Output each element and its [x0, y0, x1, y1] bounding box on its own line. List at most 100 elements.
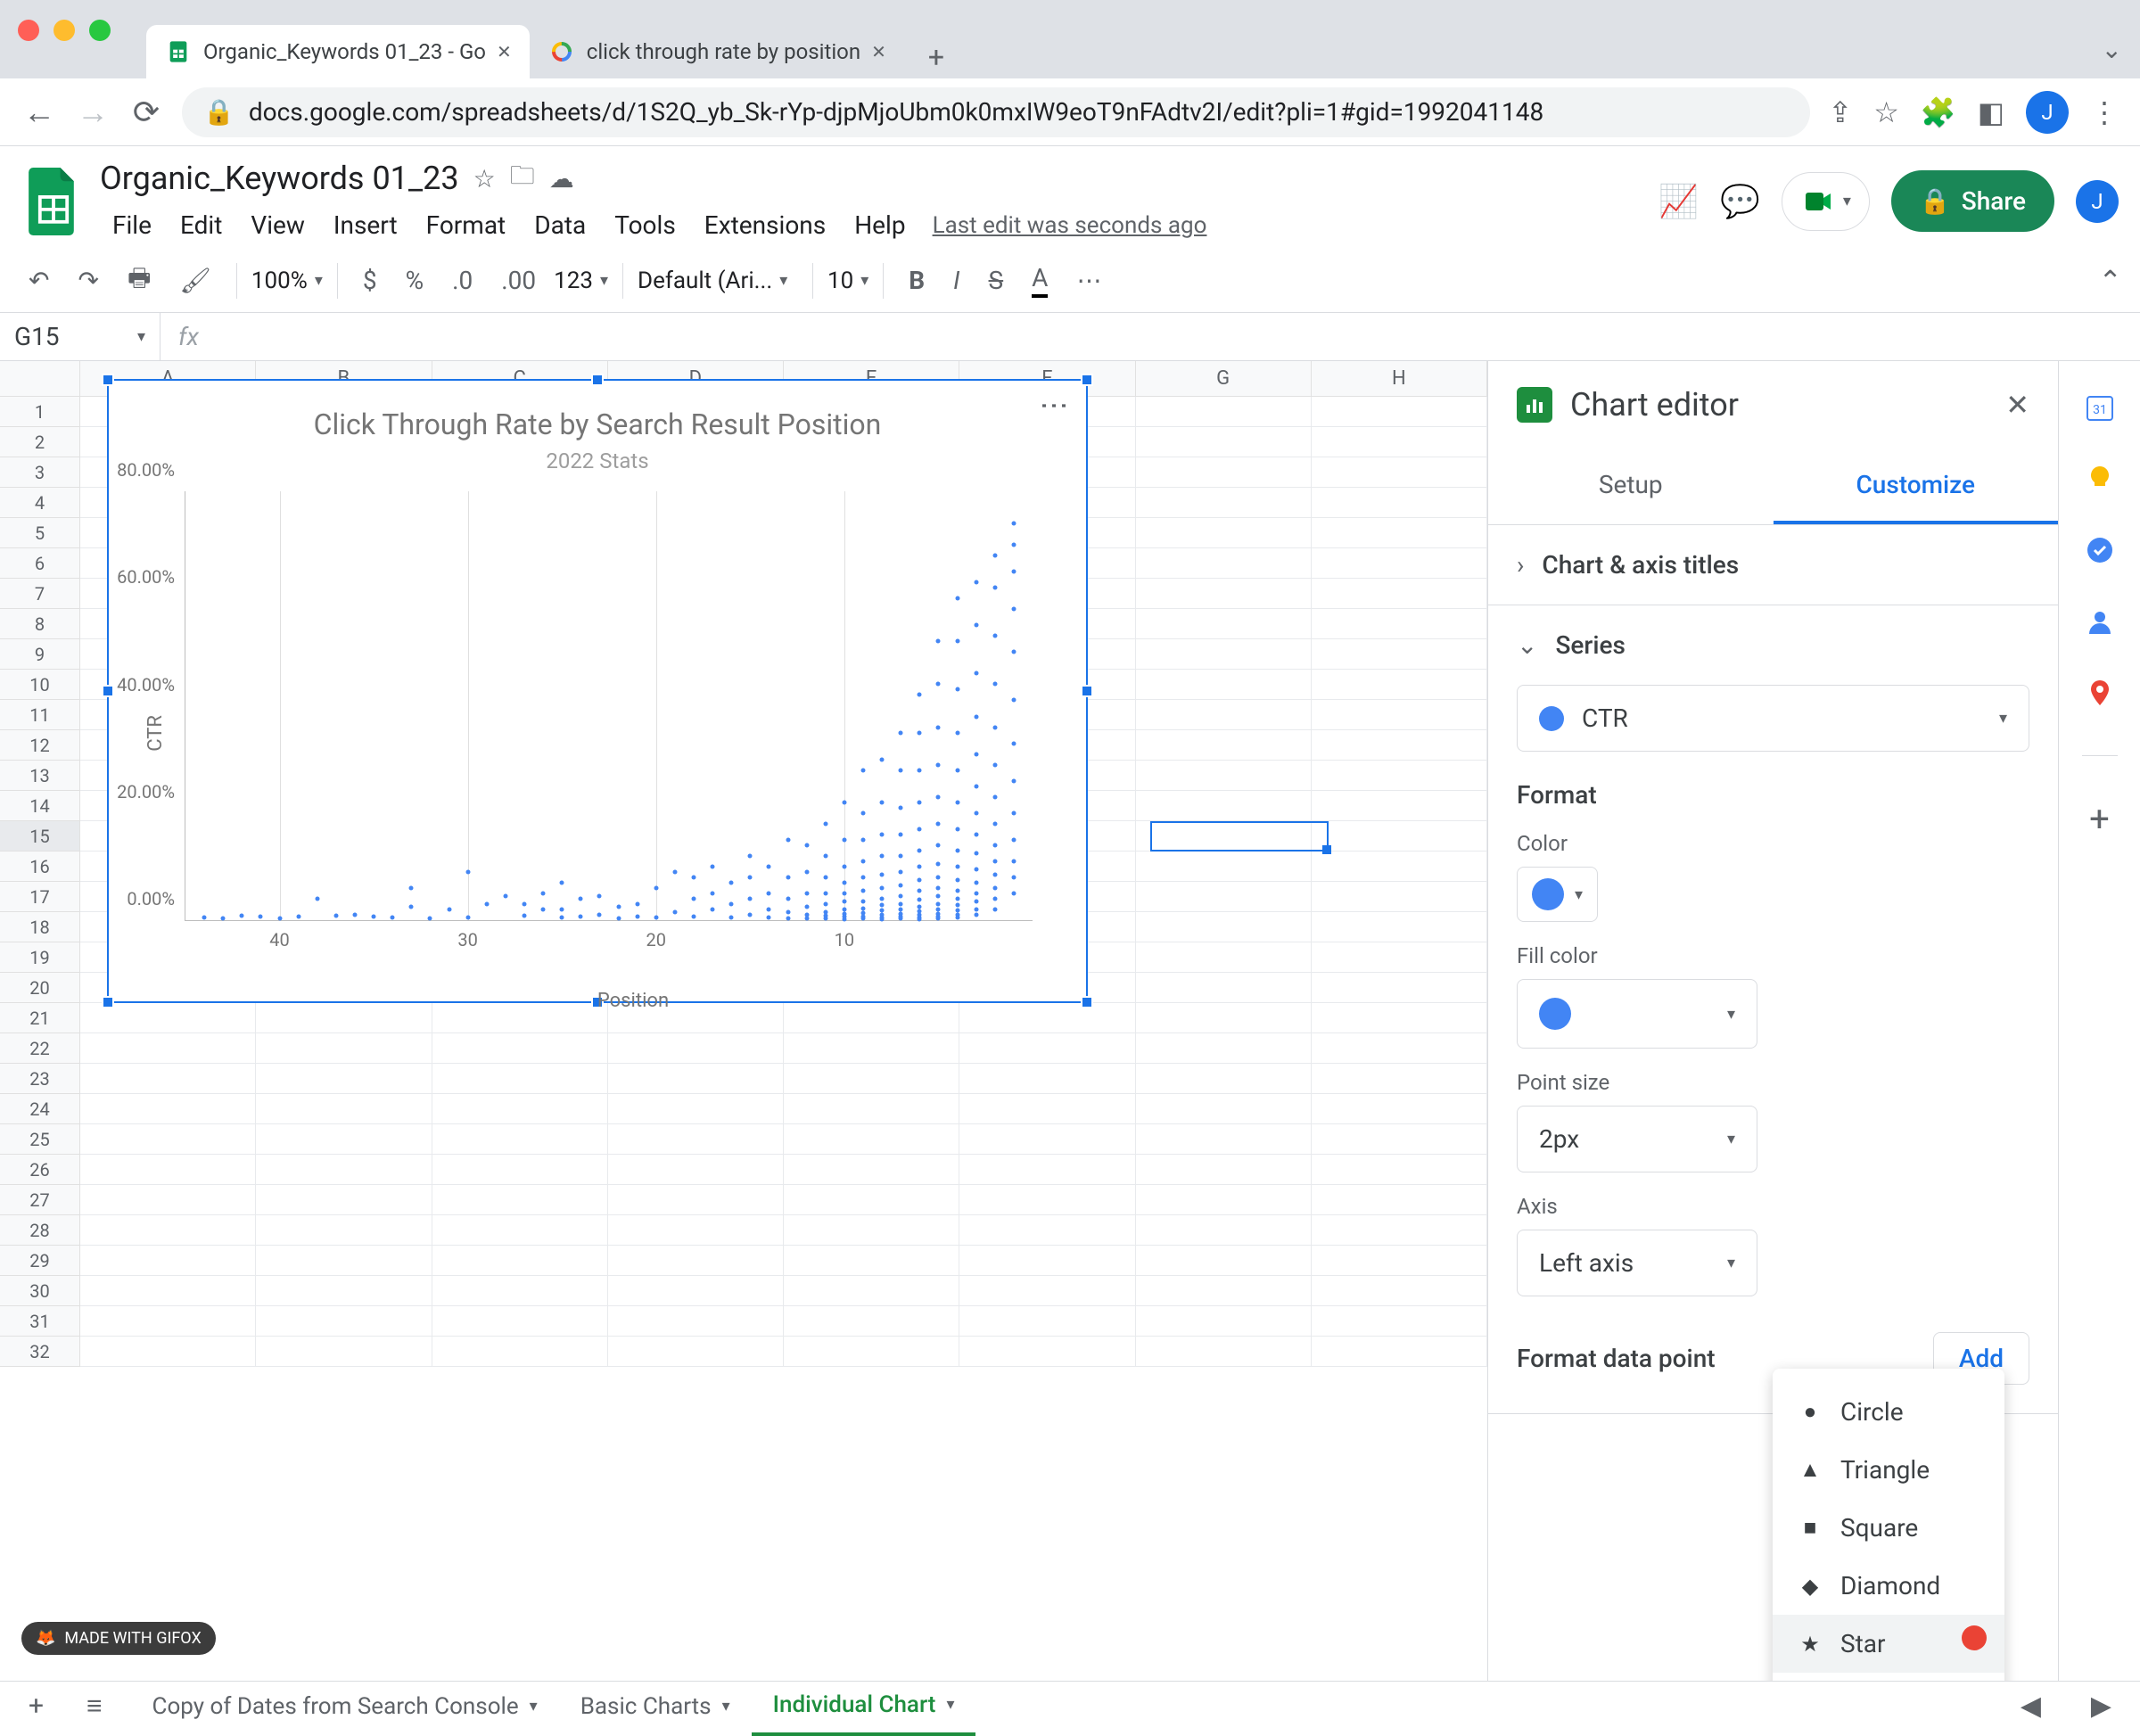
- cell[interactable]: [1136, 488, 1312, 518]
- row-header[interactable]: 29: [0, 1246, 80, 1276]
- paint-format-button[interactable]: 🖌: [169, 259, 222, 302]
- cell[interactable]: [784, 1064, 959, 1094]
- zoom-select[interactable]: 100%▾: [251, 267, 323, 294]
- row-header[interactable]: 32: [0, 1337, 80, 1367]
- cell[interactable]: [432, 1124, 608, 1155]
- resize-handle[interactable]: [102, 374, 114, 386]
- row-header[interactable]: 11: [0, 700, 80, 730]
- all-sheets-button[interactable]: ≡: [72, 1683, 117, 1729]
- column-header[interactable]: H: [1312, 361, 1487, 396]
- cell[interactable]: [432, 1155, 608, 1185]
- resize-handle[interactable]: [1081, 374, 1093, 386]
- share-button[interactable]: 🔒 Share: [1891, 170, 2054, 232]
- cell[interactable]: [1136, 639, 1312, 670]
- cell[interactable]: [1312, 730, 1487, 761]
- cell[interactable]: [1136, 761, 1312, 791]
- cell[interactable]: [1312, 1337, 1487, 1367]
- cell[interactable]: [1136, 852, 1312, 882]
- cell[interactable]: [1312, 821, 1487, 852]
- row-header[interactable]: 31: [0, 1306, 80, 1337]
- tasks-icon[interactable]: [2082, 532, 2118, 568]
- cell[interactable]: [432, 1064, 608, 1094]
- chart-menu-icon[interactable]: ⋮: [1038, 391, 1072, 420]
- cell[interactable]: [80, 1124, 256, 1155]
- document-title[interactable]: Organic_Keywords 01_23: [100, 160, 459, 197]
- cell[interactable]: [80, 1033, 256, 1064]
- row-header[interactable]: 22: [0, 1033, 80, 1064]
- address-bar[interactable]: 🔒 docs.google.com/spreadsheets/d/1S2Q_yb…: [182, 87, 1810, 137]
- cell[interactable]: [608, 1276, 784, 1306]
- cell[interactable]: [1312, 427, 1487, 457]
- cell[interactable]: [1136, 579, 1312, 609]
- bold-button[interactable]: B: [898, 259, 935, 302]
- row-header[interactable]: 19: [0, 942, 80, 973]
- cell[interactable]: [959, 1215, 1135, 1246]
- row-header[interactable]: 14: [0, 791, 80, 821]
- cell[interactable]: [1136, 1124, 1312, 1155]
- close-window-button[interactable]: [18, 20, 39, 41]
- comments-icon[interactable]: 💬: [1720, 183, 1760, 220]
- cell[interactable]: [1312, 639, 1487, 670]
- cell[interactable]: [256, 1155, 432, 1185]
- menu-edit[interactable]: Edit: [168, 205, 235, 245]
- cell[interactable]: [432, 1094, 608, 1124]
- cell[interactable]: [1312, 882, 1487, 912]
- cell[interactable]: [1136, 397, 1312, 427]
- cell[interactable]: [256, 1033, 432, 1064]
- cell[interactable]: [1312, 457, 1487, 488]
- increase-decimals-button[interactable]: .00: [490, 259, 547, 302]
- sheet-tab-menu-icon[interactable]: ▾: [722, 1697, 730, 1715]
- cell[interactable]: [80, 1337, 256, 1367]
- cell[interactable]: [959, 1185, 1135, 1215]
- cell[interactable]: [1312, 700, 1487, 730]
- cell[interactable]: [784, 1276, 959, 1306]
- embedded-chart[interactable]: ⋮ Click Through Rate by Search Result Po…: [107, 379, 1088, 1003]
- row-header[interactable]: 17: [0, 882, 80, 912]
- axis-select[interactable]: Left axis ▾: [1517, 1230, 1757, 1296]
- close-sidebar-button[interactable]: ✕: [2005, 388, 2029, 422]
- cell[interactable]: [784, 1033, 959, 1064]
- more-formats-select[interactable]: 123▾: [554, 267, 608, 294]
- cell[interactable]: [1136, 1003, 1312, 1033]
- resize-handle[interactable]: [102, 685, 114, 697]
- star-icon[interactable]: ☆: [473, 164, 496, 193]
- cell[interactable]: [256, 1276, 432, 1306]
- shape-option-square[interactable]: ■Square: [1773, 1499, 2004, 1557]
- row-header[interactable]: 4: [0, 488, 80, 518]
- text-color-button[interactable]: A: [1021, 256, 1058, 305]
- column-header[interactable]: G: [1136, 361, 1312, 396]
- cell[interactable]: [80, 1064, 256, 1094]
- cell[interactable]: [1312, 1276, 1487, 1306]
- cell[interactable]: [959, 1155, 1135, 1185]
- row-header[interactable]: 21: [0, 1003, 80, 1033]
- cell[interactable]: [608, 1064, 784, 1094]
- cell[interactable]: [1136, 1064, 1312, 1094]
- cell[interactable]: [959, 1033, 1135, 1064]
- maximize-window-button[interactable]: [89, 20, 111, 41]
- cell[interactable]: [784, 1246, 959, 1276]
- tab-setup[interactable]: Setup: [1488, 448, 1774, 524]
- version-history-icon[interactable]: 📈: [1658, 183, 1699, 220]
- percent-format-button[interactable]: %: [395, 259, 435, 302]
- row-header[interactable]: 15: [0, 821, 80, 852]
- strikethrough-button[interactable]: S: [978, 259, 1015, 302]
- contacts-icon[interactable]: [2082, 604, 2118, 639]
- shape-option-x-mark[interactable]: ✕X mark: [1773, 1673, 2004, 1681]
- row-header[interactable]: 18: [0, 912, 80, 942]
- cell[interactable]: [784, 1094, 959, 1124]
- cell[interactable]: [1136, 1094, 1312, 1124]
- cell[interactable]: [784, 1185, 959, 1215]
- cell[interactable]: [1312, 1185, 1487, 1215]
- minimize-window-button[interactable]: [54, 20, 75, 41]
- name-box[interactable]: G15 ▾: [0, 313, 160, 360]
- share-page-icon[interactable]: ⇪: [1828, 95, 1852, 129]
- cell[interactable]: [1312, 1306, 1487, 1337]
- profile-avatar[interactable]: J: [2026, 91, 2069, 134]
- shape-option-triangle[interactable]: ▲Triangle: [1773, 1441, 2004, 1499]
- cell[interactable]: [80, 1094, 256, 1124]
- cell[interactable]: [959, 1064, 1135, 1094]
- section-chart-axis-titles[interactable]: › Chart & axis titles: [1488, 525, 2058, 605]
- close-tab-icon[interactable]: ✕: [497, 41, 512, 62]
- add-addon-icon[interactable]: +: [2082, 801, 2118, 836]
- menu-tools[interactable]: Tools: [602, 205, 688, 245]
